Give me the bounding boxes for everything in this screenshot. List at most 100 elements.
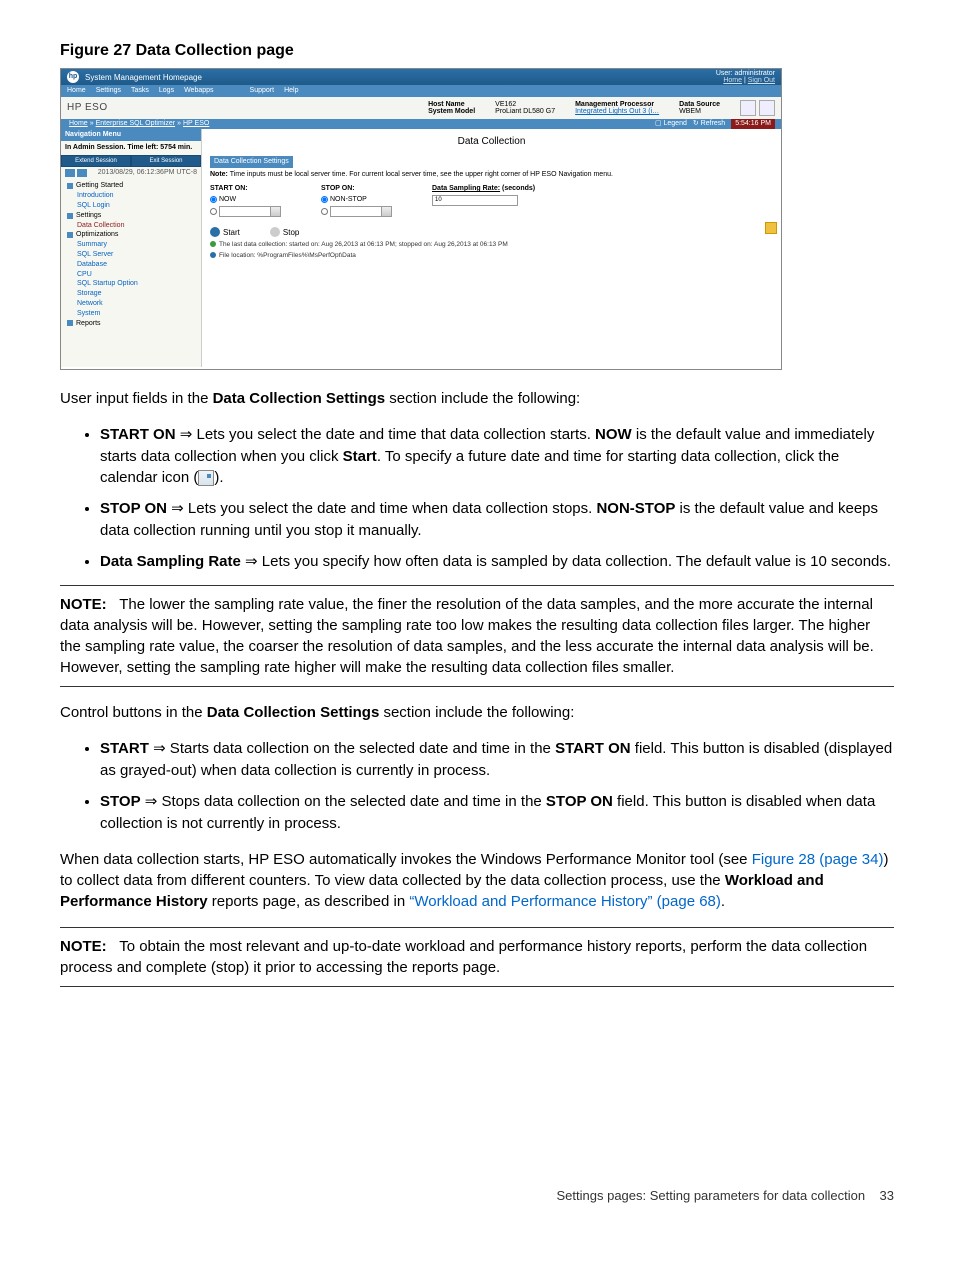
divider bbox=[60, 927, 894, 928]
nav-settings[interactable]: Settings bbox=[67, 211, 195, 221]
divider bbox=[60, 686, 894, 687]
nav-network[interactable]: Network bbox=[67, 299, 195, 309]
calendar-icon[interactable] bbox=[270, 207, 280, 216]
extend-session-button[interactable]: Extend Session bbox=[61, 155, 131, 167]
last-collection-line: The last data collection: started on: Au… bbox=[210, 240, 773, 249]
info-dot-icon bbox=[210, 252, 216, 258]
perfmon-paragraph: When data collection starts, HP ESO auto… bbox=[60, 849, 894, 912]
nav-storage[interactable]: Storage bbox=[67, 289, 195, 299]
settings-note: Note: Note: Time inputs must be local se… bbox=[210, 170, 773, 180]
brand-label: HP ESO bbox=[67, 101, 108, 115]
nav-summary[interactable]: Summary bbox=[67, 240, 195, 250]
collapse-icon[interactable] bbox=[65, 169, 75, 177]
menu-tasks[interactable]: Tasks bbox=[131, 86, 149, 96]
figure-28-link[interactable]: Figure 28 (page 34) bbox=[752, 851, 884, 868]
list-item: START ⇒ Starts data collection on the se… bbox=[100, 738, 894, 781]
status-dot-icon bbox=[210, 241, 216, 247]
divider bbox=[60, 986, 894, 987]
server-time: 5:54:16 PM bbox=[731, 119, 775, 129]
file-location-line: File location: %ProgramFiles%\MsPerfOpt\… bbox=[210, 251, 773, 260]
intro-paragraph: User input fields in the Data Collection… bbox=[60, 388, 894, 409]
page-heading: Data Collection bbox=[210, 135, 773, 149]
settings-box-header: Data Collection Settings bbox=[210, 156, 293, 168]
page-footer: Settings pages: Setting parameters for d… bbox=[60, 1187, 894, 1205]
nav-timestamp: 2013/08/29, 06:12:36PM UTC-8 bbox=[91, 168, 201, 178]
workload-history-link[interactable]: “Workload and Performance History” (page… bbox=[409, 893, 721, 910]
nav-title: Navigation Menu bbox=[61, 129, 201, 141]
menu-help[interactable]: Help bbox=[284, 86, 298, 96]
hostname-value: VE162 bbox=[495, 101, 555, 109]
list-item: STOP ON ⇒ Lets you select the date and t… bbox=[100, 498, 894, 541]
nonstop-radio[interactable]: NON-STOP bbox=[321, 195, 392, 205]
nav-sql-startup[interactable]: SQL Startup Option bbox=[67, 279, 195, 289]
nav-panel: Navigation Menu In Admin Session. Time l… bbox=[61, 129, 202, 367]
sysmodel-label: System Model bbox=[428, 108, 475, 116]
datasource-value: WBEM bbox=[679, 108, 720, 116]
crumb-last[interactable]: HP ESO bbox=[183, 119, 209, 129]
nav-data-collection[interactable]: Data Collection bbox=[67, 221, 195, 231]
nav-system[interactable]: System bbox=[67, 309, 195, 319]
crumb-home[interactable]: Home bbox=[69, 119, 88, 129]
status-icon-2[interactable] bbox=[759, 100, 775, 116]
user-label: User: administrator bbox=[716, 70, 775, 78]
divider bbox=[60, 585, 894, 586]
mgmtproc-label: Management Processor bbox=[575, 101, 659, 109]
nav-optimizations[interactable]: Optimizations bbox=[67, 230, 195, 240]
nav-sql-server[interactable]: SQL Server bbox=[67, 250, 195, 260]
input-fields-list: START ON ⇒ Lets you select the date and … bbox=[60, 424, 894, 573]
menu-support[interactable]: Support bbox=[250, 86, 275, 96]
menu-logs[interactable]: Logs bbox=[159, 86, 174, 96]
list-item: START ON ⇒ Lets you select the date and … bbox=[100, 424, 894, 488]
list-item: STOP ⇒ Stops data collection on the sele… bbox=[100, 791, 894, 834]
now-radio[interactable]: NOW bbox=[210, 195, 281, 205]
nav-introduction[interactable]: Introduction bbox=[67, 191, 195, 201]
stop-icon bbox=[270, 227, 280, 237]
start-date-radio[interactable] bbox=[210, 206, 281, 217]
nav-cpu[interactable]: CPU bbox=[67, 270, 195, 280]
play-icon bbox=[210, 227, 220, 237]
app-title: System Management Homepage bbox=[85, 72, 202, 83]
stop-on-label: STOP ON: bbox=[321, 184, 392, 194]
legend-link[interactable]: ▢ Legend bbox=[655, 119, 687, 129]
menu-webapps[interactable]: Webapps bbox=[184, 86, 213, 96]
list-item: Data Sampling Rate ⇒ Lets you specify ho… bbox=[100, 551, 894, 573]
datasource-label: Data Source bbox=[679, 101, 720, 109]
menu-home[interactable]: Home bbox=[67, 86, 86, 96]
corner-badge-icon bbox=[765, 222, 777, 234]
start-on-label: START ON: bbox=[210, 184, 281, 194]
control-buttons-list: START ⇒ Starts data collection on the se… bbox=[60, 738, 894, 834]
breadcrumb-bar: Home » Enterprise SQL Optimizer » HP ESO… bbox=[61, 119, 781, 129]
user-box: User: administrator Home | Sign Out bbox=[716, 70, 775, 85]
stop-date-input bbox=[330, 206, 392, 217]
start-date-input bbox=[219, 206, 281, 217]
expand-icon[interactable] bbox=[77, 169, 87, 177]
menu-settings[interactable]: Settings bbox=[96, 86, 121, 96]
rate-label: Data Sampling Rate: (seconds) bbox=[432, 184, 535, 194]
calendar-icon[interactable] bbox=[381, 207, 391, 216]
sysmodel-value: ProLiant DL580 G7 bbox=[495, 108, 555, 116]
figure-title: Figure 27 Data Collection page bbox=[60, 40, 894, 62]
nav-sql-login[interactable]: SQL Login bbox=[67, 201, 195, 211]
status-icon-1[interactable] bbox=[740, 100, 756, 116]
calendar-icon bbox=[198, 470, 214, 486]
signout-link[interactable]: Sign Out bbox=[748, 77, 775, 84]
home-link[interactable]: Home bbox=[723, 77, 742, 84]
screenshot-container: hp System Management Homepage User: admi… bbox=[60, 68, 782, 370]
stop-date-radio[interactable] bbox=[321, 206, 392, 217]
mgmtproc-value[interactable]: Integrated Lights Out 3 (i… bbox=[575, 108, 659, 116]
nav-reports[interactable]: Reports bbox=[67, 319, 195, 329]
crumb-mid[interactable]: Enterprise SQL Optimizer bbox=[96, 119, 176, 129]
exit-session-button[interactable]: Exit Session bbox=[131, 155, 201, 167]
menu-bar: Home Settings Tasks Logs Webapps Support… bbox=[61, 85, 781, 97]
main-panel: Data Collection Data Collection Settings… bbox=[202, 129, 781, 367]
hostname-label: Host Name bbox=[428, 101, 475, 109]
hp-logo-icon: hp bbox=[67, 71, 79, 83]
stop-button[interactable]: Stop bbox=[270, 227, 299, 238]
control-buttons-paragraph: Control buttons in the Data Collection S… bbox=[60, 702, 894, 723]
app-titlebar: hp System Management Homepage User: admi… bbox=[61, 69, 781, 85]
rate-input[interactable]: 10 bbox=[432, 195, 518, 206]
nav-getting-started[interactable]: Getting Started bbox=[67, 181, 195, 191]
nav-database[interactable]: Database bbox=[67, 260, 195, 270]
refresh-link[interactable]: ↻ Refresh bbox=[693, 119, 725, 129]
start-button[interactable]: Start bbox=[210, 227, 240, 238]
